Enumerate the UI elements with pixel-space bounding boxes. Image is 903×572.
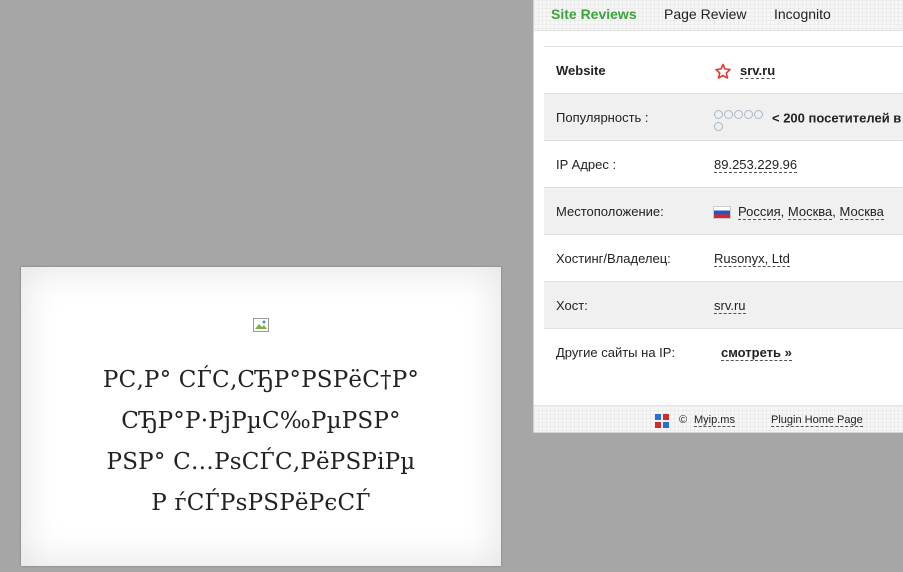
- website-link[interactable]: srv.ru: [740, 63, 776, 80]
- hosting-label: Хостинг/Владелец:: [556, 251, 671, 266]
- tab-page-review[interactable]: Page Review: [664, 6, 747, 22]
- host-label: Хост:: [556, 298, 588, 313]
- website-value: srv.ru: [714, 63, 776, 81]
- card-message: РС‚Р° СЃС‚СЂР°РЅРёС†Р° СЂР°Р·РјРµС‰РµРЅР…: [0, 360, 522, 524]
- card-line: РС‚Р° СЃС‚СЂР°РЅРёС†Р°: [102, 367, 420, 393]
- table-row-location: Местоположение: Россия, Москва, Москва: [544, 188, 903, 235]
- popularity-label: Популярность :: [556, 110, 649, 125]
- table-row-popularity: Популярность : < 200 посетителей в: [544, 94, 903, 141]
- location-value: Россия, Москва, Москва: [714, 204, 884, 220]
- popularity-dots-icon: [714, 107, 764, 131]
- table-row-ip: IP Адрес : 89.253.229.96: [544, 141, 903, 188]
- city-link[interactable]: Москва: [839, 204, 884, 220]
- hosting-link[interactable]: Rusonyx, Ltd: [714, 251, 790, 267]
- tab-incognito[interactable]: Incognito: [774, 6, 831, 22]
- website-label: Website: [556, 63, 606, 78]
- copyright-symbol: ©: [679, 414, 688, 426]
- tab-bar: Site Reviews Page Review Incognito: [534, 0, 903, 31]
- ip-link[interactable]: 89.253.229.96: [714, 157, 798, 173]
- ip-label: IP Адрес :: [556, 157, 617, 172]
- other-sites-value: смотреть »: [721, 345, 792, 361]
- table-row-website: Website srv.ru: [544, 47, 903, 94]
- other-sites-label: Другие сайты на IP:: [556, 345, 676, 360]
- tab-site-reviews[interactable]: Site Reviews: [551, 6, 637, 22]
- popularity-value: < 200 посетителей в: [714, 107, 901, 131]
- host-link[interactable]: srv.ru: [714, 298, 746, 314]
- site-info-table: Website srv.ru Популярность : < 200 посе…: [544, 46, 903, 375]
- ip-value: 89.253.229.96: [714, 157, 798, 173]
- panel-footer: © Myip.ms Plugin Home Page: [534, 405, 903, 432]
- popularity-text: < 200 посетителей в: [772, 110, 902, 126]
- plugin-home-link[interactable]: Plugin Home Page: [771, 414, 863, 427]
- myip-logo-icon: [655, 414, 669, 428]
- table-row-host: Хост: srv.ru: [544, 282, 903, 329]
- table-row-other-sites: Другие сайты на IP: смотреть »: [544, 329, 903, 375]
- host-value: srv.ru: [714, 298, 746, 314]
- hosting-value: Rusonyx, Ltd: [714, 251, 790, 267]
- site-logo-icon: [715, 63, 731, 79]
- russia-flag-icon: [714, 207, 730, 219]
- myip-panel: Site Reviews Page Review Incognito Websi…: [533, 0, 903, 433]
- region-link[interactable]: Москва: [787, 204, 833, 220]
- broken-image-icon: [253, 318, 269, 332]
- card-line: Р ѓСЃРѕРЅРёРєСЃ: [151, 490, 371, 516]
- card-line: СЂР°Р·РјРµС‰РµРЅР°: [121, 408, 401, 434]
- location-label: Местоположение:: [556, 204, 664, 219]
- view-sites-link[interactable]: смотреть »: [721, 345, 792, 361]
- card-line: РЅР° С…РѕСЃС‚РёРЅРіРµ: [106, 449, 416, 475]
- table-row-hosting: Хостинг/Владелец: Rusonyx, Ltd: [544, 235, 903, 282]
- myip-link[interactable]: Myip.ms: [694, 414, 735, 427]
- country-link[interactable]: Россия: [738, 204, 781, 220]
